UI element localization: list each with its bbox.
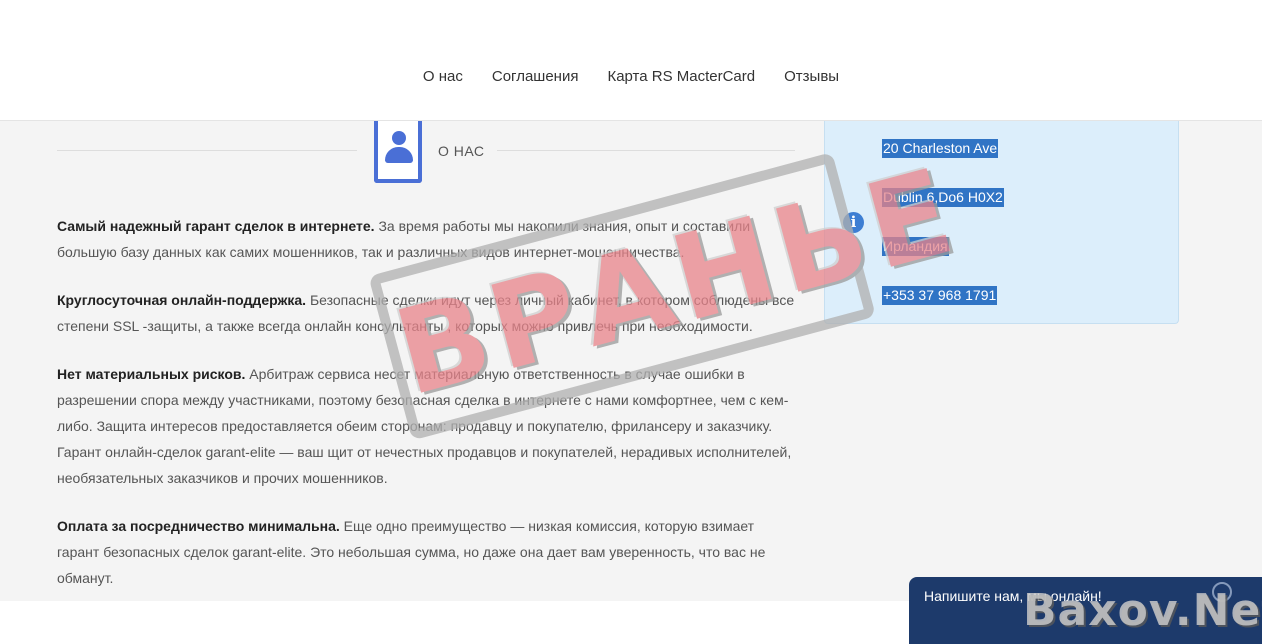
contact-country: Ирландия	[882, 237, 949, 256]
contact-phone[interactable]: +353 37 968 1791	[882, 286, 998, 305]
nav-item-agreements[interactable]: Соглашения	[492, 68, 579, 85]
feature-heading: Оплата за посредничество минимальна.	[57, 518, 340, 534]
watermark: Baxov.Net	[1023, 585, 1262, 636]
nav-item-about[interactable]: О нас	[423, 68, 463, 85]
feature-paragraph: Круглосуточная онлайн-поддержка. Безопас…	[57, 287, 797, 339]
site-header: О нас Соглашения Карта RS MacterCard Отз…	[0, 0, 1262, 121]
feature-heading: Нет материальных рисков.	[57, 366, 246, 382]
feature-heading: Самый надежный гарант сделок в интернете…	[57, 218, 375, 234]
user-profile-icon-head	[392, 131, 406, 145]
user-profile-icon	[374, 121, 422, 183]
feature-paragraph: Оплата за посредничество минимальна. Еще…	[57, 513, 797, 591]
user-profile-icon-body	[385, 147, 413, 163]
feature-heading: Круглосуточная онлайн-поддержка.	[57, 292, 307, 308]
section-divider-left	[57, 150, 357, 151]
nav-item-card[interactable]: Карта RS MacterCard	[607, 68, 755, 85]
feature-paragraph: Самый надежный гарант сделок в интернете…	[57, 213, 797, 265]
feature-paragraph: Нет материальных рисков. Арбитраж сервис…	[57, 361, 797, 491]
section-divider-right	[497, 150, 795, 151]
main-nav: О нас Соглашения Карта RS MacterCard Отз…	[0, 68, 1262, 85]
info-icon[interactable]: i	[843, 212, 864, 233]
contact-box	[824, 121, 1179, 324]
contact-address-line2: Dublin 6,Do6 H0X2	[882, 188, 1004, 207]
contact-address-line1: 20 Charleston Ave	[882, 139, 999, 158]
feature-text: Арбитраж сервиса несет материальную отве…	[57, 366, 792, 486]
nav-item-reviews[interactable]: Отзывы	[784, 68, 839, 85]
section-title: О НАС	[438, 143, 485, 159]
